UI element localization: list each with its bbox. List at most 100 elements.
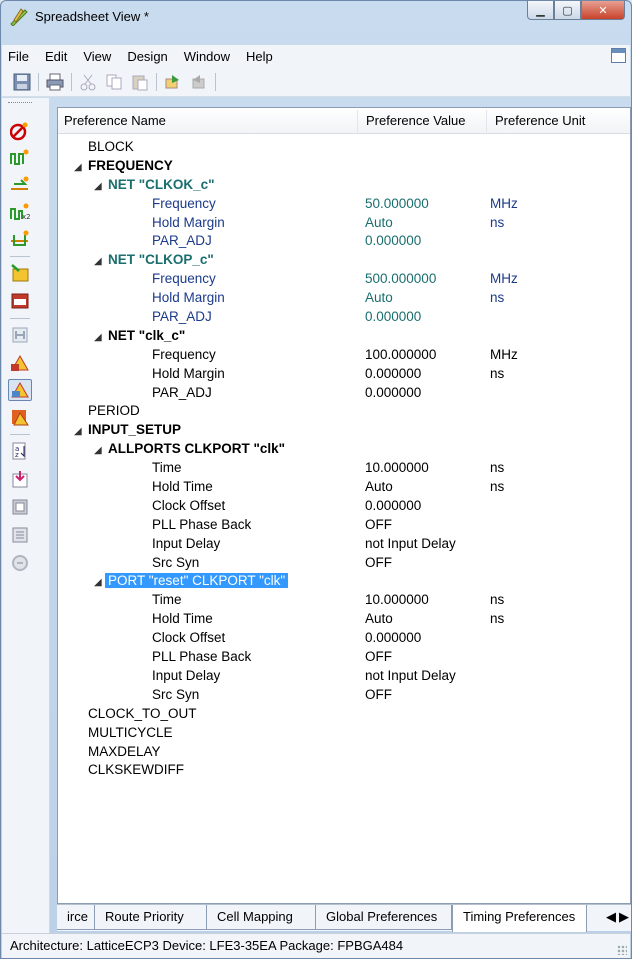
- frequency-icon[interactable]: [8, 147, 32, 169]
- sort-icon[interactable]: az: [8, 440, 32, 462]
- preference-value[interactable]: 500.000000: [365, 270, 436, 289]
- preference-value[interactable]: 10.000000: [365, 459, 429, 478]
- table-row[interactable]: Src Syn OFF: [58, 554, 630, 573]
- table-row[interactable]: MAXDELAY: [58, 743, 630, 762]
- preference-value[interactable]: Auto: [365, 289, 393, 308]
- warning-toggle-icon[interactable]: [8, 379, 32, 401]
- table-row[interactable]: Clock Offset 0.000000: [58, 497, 630, 516]
- save-icon[interactable]: [12, 72, 32, 92]
- warning-filter-icon[interactable]: [8, 352, 32, 374]
- table-row[interactable]: PAR_ADJ 0.000000: [58, 308, 630, 327]
- copy-icon[interactable]: [104, 72, 124, 92]
- table-row[interactable]: BLOCK: [58, 138, 630, 157]
- undo-icon[interactable]: [163, 72, 183, 92]
- report-icon[interactable]: [8, 290, 32, 312]
- preference-value[interactable]: OFF: [365, 554, 392, 573]
- table-row[interactable]: MULTICYCLE: [58, 724, 630, 743]
- preference-value[interactable]: 100.000000: [365, 346, 436, 365]
- table-row[interactable]: ◢ INPUT_SETUP: [58, 421, 630, 440]
- assign-icon[interactable]: [8, 262, 32, 284]
- preference-value[interactable]: 0.000000: [365, 629, 421, 648]
- disabled-refresh-icon[interactable]: [8, 552, 32, 574]
- preference-value[interactable]: OFF: [365, 648, 392, 667]
- paste-icon[interactable]: [130, 72, 150, 92]
- table-row[interactable]: Input Delay not Input Delay: [58, 535, 630, 554]
- column-header-name[interactable]: Preference Name: [64, 113, 166, 128]
- table-row[interactable]: ◢ NET "CLKOK_c": [58, 176, 630, 195]
- menu-help[interactable]: Help: [238, 49, 281, 64]
- cut-icon[interactable]: [78, 72, 98, 92]
- collapse-all-icon[interactable]: [8, 524, 32, 546]
- tab-global-preferences[interactable]: Global Preferences: [316, 905, 452, 930]
- table-row[interactable]: PAR_ADJ 0.000000: [58, 232, 630, 251]
- maximize-button[interactable]: ▢: [554, 1, 581, 20]
- table-row[interactable]: ◢ ALLPORTS CLKPORT "clk": [58, 440, 630, 459]
- table-row[interactable]: Time 10.000000 ns: [58, 459, 630, 478]
- column-divider[interactable]: [486, 110, 487, 132]
- table-row[interactable]: Hold Time Auto ns: [58, 610, 630, 629]
- table-row[interactable]: Hold Margin Auto ns: [58, 214, 630, 233]
- window-layout-icon[interactable]: [611, 48, 626, 63]
- preference-value[interactable]: 0.000000: [365, 365, 421, 384]
- preference-value[interactable]: OFF: [365, 516, 392, 535]
- table-row[interactable]: Clock Offset 0.000000: [58, 629, 630, 648]
- preference-value[interactable]: 0.000000: [365, 308, 421, 327]
- column-divider[interactable]: [357, 110, 358, 132]
- preference-value[interactable]: not Input Delay: [365, 667, 456, 686]
- tab-irce[interactable]: irce: [57, 905, 95, 930]
- table-row[interactable]: PERIOD: [58, 402, 630, 421]
- table-row[interactable]: PLL Phase Back OFF: [58, 648, 630, 667]
- tab-timing-preferences[interactable]: Timing Preferences: [452, 905, 587, 932]
- clock-disable-icon[interactable]: [8, 120, 32, 142]
- redo-icon[interactable]: [189, 72, 209, 92]
- minimize-button[interactable]: ▁: [527, 1, 554, 20]
- expand-all-icon[interactable]: [8, 496, 32, 518]
- table-row[interactable]: Hold Time Auto ns: [58, 478, 630, 497]
- tab-scroll-right-icon[interactable]: ▶: [619, 909, 629, 925]
- preference-value[interactable]: OFF: [365, 686, 392, 705]
- resize-grip[interactable]: [617, 945, 627, 955]
- tab-cell-mapping[interactable]: Cell Mapping: [207, 905, 316, 930]
- error-toggle-icon[interactable]: [8, 406, 32, 428]
- input-setup-icon[interactable]: [8, 174, 32, 196]
- menu-file[interactable]: File: [2, 49, 37, 64]
- preference-value[interactable]: 0.000000: [365, 232, 421, 251]
- tab-route-priority[interactable]: Route Priority: [95, 905, 207, 930]
- preference-value[interactable]: 0.000000: [365, 384, 421, 403]
- table-row[interactable]: Frequency 50.000000 MHz: [58, 195, 630, 214]
- tab-scroll-left-icon[interactable]: ◀: [606, 909, 616, 925]
- column-header-value[interactable]: Preference Value: [366, 113, 466, 128]
- table-row[interactable]: PAR_ADJ 0.000000: [58, 384, 630, 403]
- table-row[interactable]: Frequency 500.000000 MHz: [58, 270, 630, 289]
- clock-to-out-icon[interactable]: [8, 228, 32, 250]
- preference-value[interactable]: 50.000000: [365, 195, 429, 214]
- import-icon[interactable]: [8, 468, 32, 490]
- menu-design[interactable]: Design: [119, 49, 175, 64]
- table-row[interactable]: ◢ PORT "reset" CLKPORT "clk": [58, 572, 630, 591]
- table-row[interactable]: Frequency 100.000000 MHz: [58, 346, 630, 365]
- table-row[interactable]: ◢ NET "clk_c": [58, 327, 630, 346]
- preference-value[interactable]: not Input Delay: [365, 535, 456, 554]
- table-row[interactable]: ◢ NET "CLKOP_c": [58, 251, 630, 270]
- preference-value[interactable]: 10.000000: [365, 591, 429, 610]
- maxdelay-icon[interactable]: x2: [8, 201, 32, 223]
- column-header-unit[interactable]: Preference Unit: [495, 113, 585, 128]
- table-row[interactable]: Hold Margin 0.000000 ns: [58, 365, 630, 384]
- table-row[interactable]: Input Delay not Input Delay: [58, 667, 630, 686]
- print-icon[interactable]: [45, 72, 65, 92]
- menu-view[interactable]: View: [75, 49, 119, 64]
- table-row[interactable]: CLOCK_TO_OUT: [58, 705, 630, 724]
- preference-value[interactable]: Auto: [365, 610, 393, 629]
- table-row[interactable]: ◢ FREQUENCY: [58, 157, 630, 176]
- title-bar[interactable]: Spreadsheet View * ▁ ▢ ✕: [1, 1, 631, 31]
- table-row[interactable]: CLKSKEWDIFF: [58, 761, 630, 780]
- table-row[interactable]: Src Syn OFF: [58, 686, 630, 705]
- table-row[interactable]: PLL Phase Back OFF: [58, 516, 630, 535]
- preference-value[interactable]: Auto: [365, 214, 393, 233]
- group-icon[interactable]: [8, 324, 32, 346]
- preference-value[interactable]: 0.000000: [365, 497, 421, 516]
- menu-window[interactable]: Window: [176, 49, 238, 64]
- menu-edit[interactable]: Edit: [37, 49, 75, 64]
- close-button[interactable]: ✕: [581, 1, 625, 20]
- preference-value[interactable]: Auto: [365, 478, 393, 497]
